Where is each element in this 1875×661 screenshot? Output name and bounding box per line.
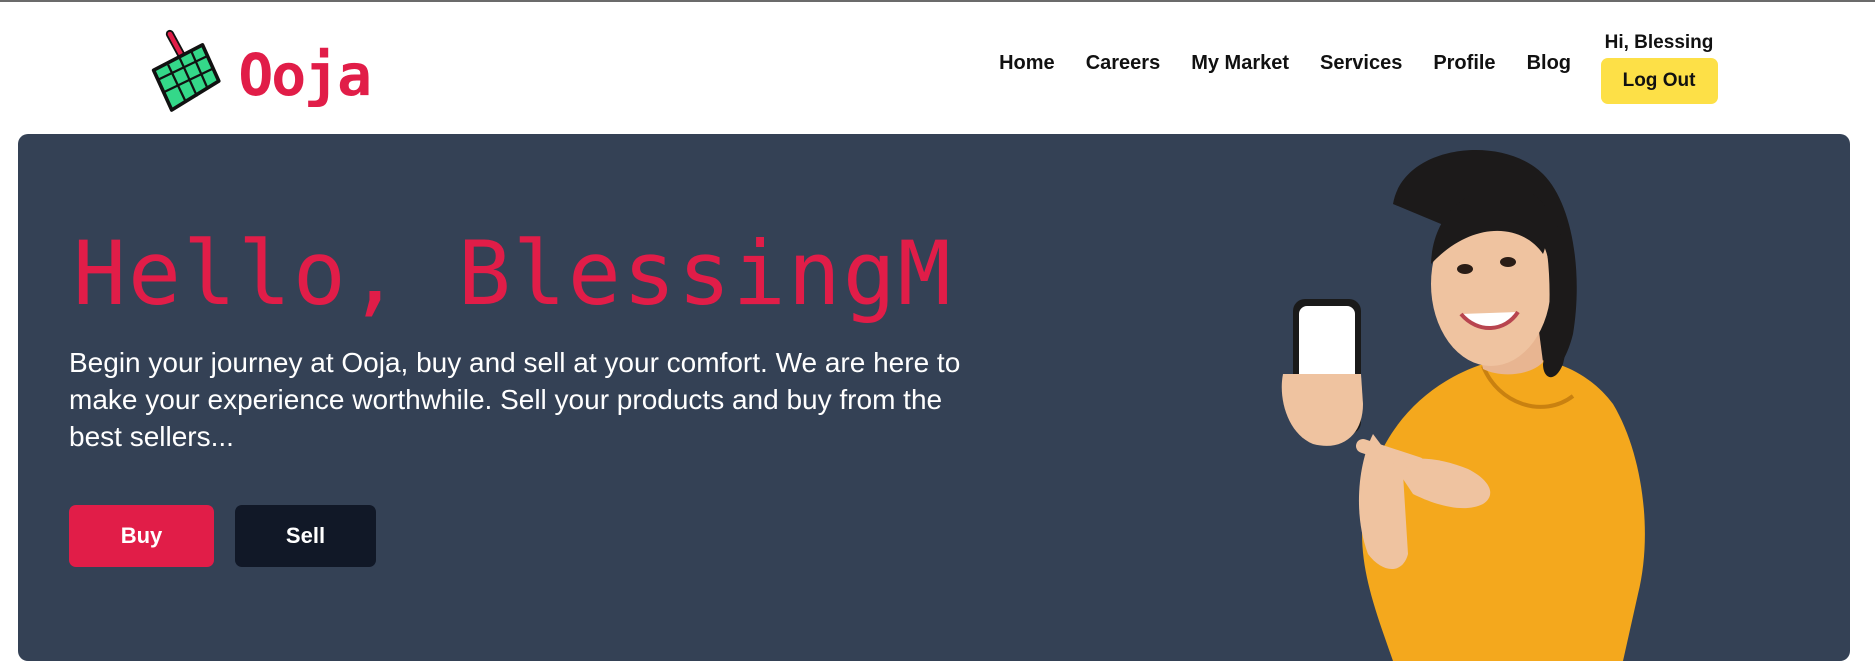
brand-name: Ooja xyxy=(238,41,372,109)
nav-link-services[interactable]: Services xyxy=(1320,52,1402,75)
sell-button[interactable]: Sell xyxy=(235,505,376,567)
user-area: Hi, Blessing Log Out xyxy=(1600,32,1718,104)
logout-button[interactable]: Log Out xyxy=(1600,58,1718,104)
user-greeting: Hi, Blessing xyxy=(1604,32,1714,53)
nav-link-careers[interactable]: Careers xyxy=(1086,52,1161,75)
shopping-basket-icon xyxy=(151,29,221,112)
nav-link-my-market[interactable]: My Market xyxy=(1191,52,1289,75)
navbar: Ooja Home Careers My Market Services Pro… xyxy=(0,2,1875,134)
nav-link-home[interactable]: Home xyxy=(999,52,1055,75)
brand-logo[interactable]: Ooja xyxy=(150,22,372,122)
buy-button[interactable]: Buy xyxy=(69,505,214,567)
hero-banner: Hello, BlessingM Begin your journey at O… xyxy=(18,134,1850,661)
nav-link-blog[interactable]: Blog xyxy=(1527,52,1571,75)
woman-holding-phone-illustration xyxy=(1281,150,1645,661)
hero-title: Hello, BlessingM xyxy=(73,222,953,325)
nav-link-profile[interactable]: Profile xyxy=(1433,52,1495,75)
main-nav: Home Careers My Market Services Profile … xyxy=(999,52,1571,75)
hero-description: Begin your journey at Ooja, buy and sell… xyxy=(69,347,961,452)
